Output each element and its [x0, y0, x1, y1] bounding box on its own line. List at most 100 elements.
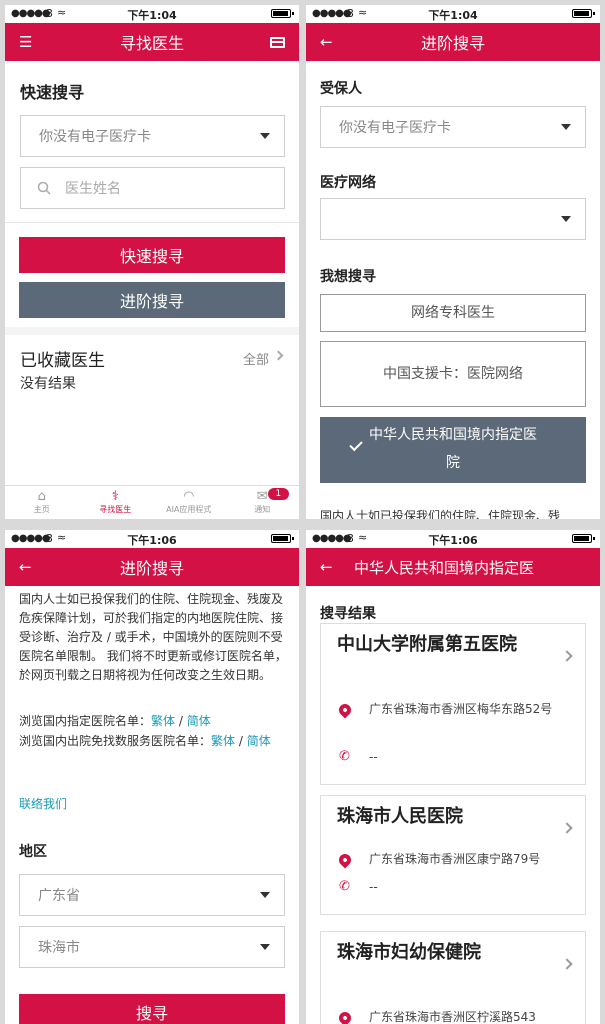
chevron-down-icon — [260, 944, 270, 950]
province-value: 广东省 — [38, 888, 80, 904]
doctor-name-input[interactable]: 医生姓名 — [20, 167, 285, 209]
search-type-label: 我想搜寻 — [320, 269, 376, 285]
tab-notifications[interactable]: ✉ 通知 1 — [226, 486, 300, 519]
hospital-address: 广东省珠海市香洲区柠溪路543 — [369, 1010, 536, 1024]
back-arrow-icon[interactable]: ← — [320, 33, 333, 51]
status-time: 下午1:04 — [428, 9, 478, 22]
separator: / — [175, 714, 187, 728]
location-pin-icon — [336, 1009, 354, 1024]
tab-find-doctor[interactable]: ⚕ 寻找医生 — [79, 486, 153, 519]
chevron-right-icon — [561, 650, 573, 662]
option-prc-designated-hospitals[interactable]: 中华人民共和国境内指定医院 — [320, 417, 586, 483]
divider — [5, 222, 299, 223]
medical-card-select[interactable]: 你没有电子医疗卡 — [20, 115, 285, 157]
simplified-chinese-link[interactable]: 简体 — [187, 714, 211, 728]
hospital-phone: -- — [369, 750, 378, 764]
nav-bar: ☰ 寻找医生 — [5, 23, 299, 61]
insured-select[interactable]: 你没有电子医疗卡 — [320, 106, 586, 148]
region-label: 地区 — [19, 844, 47, 860]
network-label: 医疗网络 — [320, 175, 376, 191]
chevron-right-icon — [273, 350, 284, 361]
status-time: 下午1:06 — [428, 534, 478, 547]
tab-home[interactable]: ⌂ 主页 — [5, 486, 79, 519]
screen-find-doctor: ●●●●● 3 ≈ 下午1:04 ☰ 寻找医生 快速搜寻 你没有电子医疗卡 医生… — [5, 5, 299, 519]
section-gap — [5, 327, 299, 335]
cashless-hospital-list-line: 浏览国内出院免找数服务医院名单：繁体 / 简体 — [19, 732, 287, 751]
page-title: 进阶搜寻 — [420, 34, 485, 53]
hospital-phone: -- — [369, 880, 378, 894]
battery-icon — [572, 534, 595, 543]
location-pin-icon — [336, 851, 354, 869]
screen-advanced-search-details: ●●●●● 3 ≈ 下午1:06 ← 进阶搜寻 国内人士如已投保我们的住院、住院… — [5, 530, 299, 1024]
status-bar: ●●●●● 3 ≈ 下午1:06 — [306, 530, 600, 548]
chevron-down-icon — [260, 892, 270, 898]
page-title: 寻找医生 — [119, 34, 184, 53]
separator: / — [235, 734, 247, 748]
insured-value: 你没有电子医疗卡 — [339, 120, 451, 136]
favourite-doctors-title: 已收藏医生 — [20, 351, 105, 371]
back-arrow-icon[interactable]: ← — [19, 558, 32, 576]
city-value: 珠海市 — [38, 940, 80, 956]
hospital-name: 中山大学附属第五医院 — [337, 634, 517, 655]
card-icon[interactable] — [270, 37, 285, 48]
chevron-down-icon — [561, 124, 571, 130]
hospital-name: 珠海市人民医院 — [337, 806, 463, 827]
status-bar: ●●●●● 3 ≈ 下午1:04 — [306, 5, 600, 23]
traditional-chinese-link[interactable]: 繁体 — [151, 714, 175, 728]
chevron-down-icon — [260, 133, 270, 139]
insured-label: 受保人 — [320, 81, 362, 97]
doctor-name-placeholder: 医生姓名 — [65, 181, 121, 197]
favourites-empty-text: 没有结果 — [20, 376, 76, 392]
tab-label: 主页 — [33, 505, 50, 514]
info-paragraph: 国内人士如已投保我们的住院、住院现金、残废及危疾保障计划，可於我们指定的内地医院… — [19, 592, 287, 682]
screen-advanced-search: ●●●●● 3 ≈ 下午1:04 ← 进阶搜寻 受保人 你没有电子医疗卡 医疗网… — [306, 5, 600, 519]
tab-aia-apps[interactable]: ◠ AIA应用程式 — [152, 486, 226, 519]
tab-label: 通知 — [254, 505, 271, 514]
page-title: 中华人民共和国境内指定医 — [354, 558, 535, 577]
home-icon: ⌂ — [37, 489, 46, 504]
simplified-chinese-link[interactable]: 简体 — [247, 734, 271, 748]
page-title: 进阶搜寻 — [119, 559, 184, 578]
search-button[interactable]: 搜寻 — [19, 994, 285, 1024]
quick-search-button[interactable]: 快速搜寻 — [19, 237, 285, 273]
hospital-address: 广东省珠海市香洲区梅华东路52号 — [369, 702, 553, 716]
hospital-card[interactable]: 珠海市妇幼保健院 广东省珠海市香洲区柠溪路543 — [320, 931, 586, 1024]
network-select[interactable] — [320, 198, 586, 240]
designated-hospital-list-line: 浏览国内指定医院名单：繁体 / 简体 — [19, 712, 287, 731]
chevron-right-icon — [561, 822, 573, 834]
option-network-specialist[interactable]: 网络专科医生 — [320, 294, 586, 332]
nav-bar: ← 中华人民共和国境内指定医 — [306, 548, 600, 586]
province-select[interactable]: 广东省 — [19, 874, 285, 916]
menu-icon[interactable]: ☰ — [19, 33, 32, 51]
status-time: 下午1:06 — [127, 534, 177, 547]
view-all-link[interactable]: 全部 — [243, 349, 269, 368]
medical-card-value: 你没有电子医疗卡 — [39, 129, 151, 145]
hospital-card[interactable]: 珠海市人民医院 广东省珠海市香洲区康宁路79号 ✆ -- — [320, 795, 586, 915]
hospital-card[interactable]: 中山大学附属第五医院 广东省珠海市香洲区梅华东路52号 ✆ -- — [320, 623, 586, 785]
message-icon: ✉ — [256, 489, 268, 504]
battery-icon — [271, 534, 294, 543]
chevron-right-icon — [561, 958, 573, 970]
tab-label: AIA应用程式 — [166, 505, 212, 514]
status-bar: ●●●●● 3 ≈ 下午1:06 — [5, 530, 299, 548]
phone-icon: ✆ — [339, 879, 350, 894]
notification-badge: 1 — [267, 488, 290, 500]
tab-bar: ⌂ 主页 ⚕ 寻找医生 ◠ AIA应用程式 ✉ 通知 1 — [5, 485, 299, 519]
check-icon — [349, 437, 363, 452]
traditional-chinese-link[interactable]: 繁体 — [211, 734, 235, 748]
stethoscope-icon: ⚕ — [111, 489, 119, 504]
advanced-search-button[interactable]: 进阶搜寻 — [19, 282, 285, 318]
search-icon — [37, 181, 51, 195]
back-arrow-icon[interactable]: ← — [320, 558, 333, 576]
tab-label: 寻找医生 — [99, 505, 132, 514]
nav-bar: ← 进阶搜寻 — [306, 23, 600, 61]
city-select[interactable]: 珠海市 — [19, 926, 285, 968]
hospital-address: 广东省珠海市香洲区康宁路79号 — [369, 852, 541, 866]
nav-bar: ← 进阶搜寻 — [5, 548, 299, 586]
contact-us-link[interactable]: 联络我们 — [19, 795, 67, 812]
option-china-support-card[interactable]: 中国支援卡：医院网络 — [320, 341, 586, 407]
phone-icon: ✆ — [339, 749, 350, 764]
list-label: 浏览国内出院免找数服务医院名单： — [19, 734, 212, 748]
list-label: 浏览国内指定医院名单： — [19, 714, 152, 728]
status-bar: ●●●●● 3 ≈ 下午1:04 — [5, 5, 299, 23]
